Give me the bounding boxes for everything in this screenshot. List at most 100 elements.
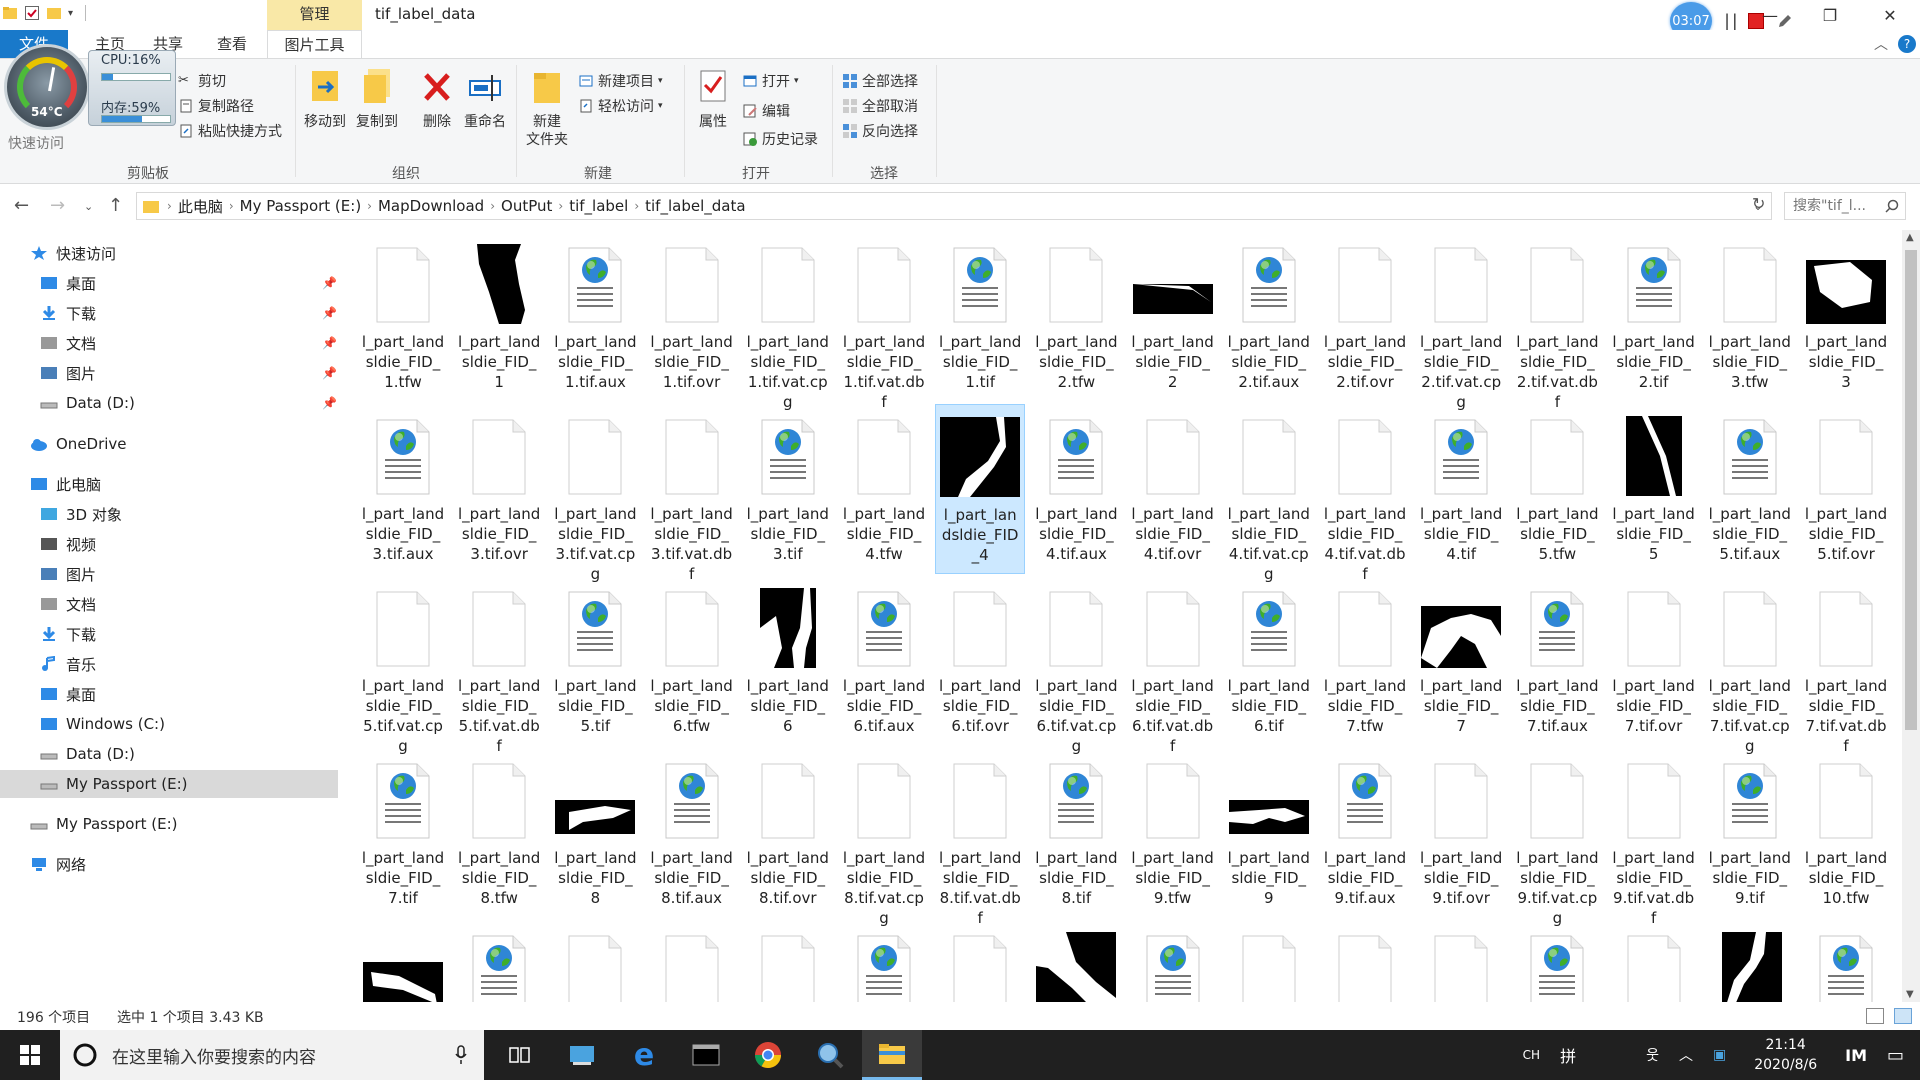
file-item[interactable]: l_part_landsldie_FID_5.tif.vat.dbf	[454, 576, 544, 755]
file-item[interactable]: l_part_landsldie_FID_2.tif	[1609, 232, 1699, 402]
file-item[interactable]: l_part_landsldie_FID_3.tif.vat.cpg	[550, 404, 640, 583]
file-item[interactable]: l_part_landsldie_FID_6.tif	[1224, 576, 1314, 746]
file-item[interactable]	[743, 920, 833, 1002]
sidebar-item[interactable]: 快速访问	[0, 239, 338, 267]
file-item[interactable]: l_part_landsldie_FID_6	[743, 576, 833, 746]
pin-icon[interactable]: 📌	[322, 336, 337, 350]
file-item[interactable]: l_part_landsldie_FID_5.tif	[550, 576, 640, 746]
invert-selection-button[interactable]: 反向选择	[842, 121, 918, 141]
edge-browser-icon[interactable]: e	[614, 1030, 674, 1080]
notification-center-icon[interactable]: ▭	[1887, 1045, 1904, 1066]
sidebar-item[interactable]: 图片 📌	[0, 359, 338, 387]
refresh-icon[interactable]: ↻	[1752, 194, 1765, 213]
file-item[interactable]: l_part_landsldie_FID_5	[1609, 404, 1699, 574]
show-hidden-icons-chevron-icon[interactable]: ︿	[1679, 1045, 1693, 1065]
easy-access-button[interactable]: 轻松访问 ▾	[578, 96, 663, 116]
file-item[interactable]: l_part_landsldie_FID_1	[454, 232, 544, 402]
file-item[interactable]: l_part_landsldie_FID_7.tif.vat.cpg	[1705, 576, 1795, 755]
file-item[interactable]: l_part_landsldie_FID_5.tif.aux	[1705, 404, 1795, 574]
context-tab-manage[interactable]: 管理	[267, 0, 362, 30]
large-icons-view-icon[interactable]	[1894, 1008, 1912, 1024]
file-item[interactable]: l_part_landsldie_FID_1.tif.vat.cpg	[743, 232, 833, 411]
breadcrumb-mapdownload[interactable]: MapDownload	[372, 197, 490, 215]
properties-check-icon[interactable]	[24, 5, 40, 21]
ime-mode-ch[interactable]: CH	[1523, 1048, 1540, 1062]
file-item[interactable]	[1128, 920, 1218, 1002]
start-button[interactable]	[0, 1030, 60, 1080]
file-item[interactable]: l_part_landsldie_FID_8.tif.vat.cpg	[839, 748, 929, 927]
edit-button[interactable]: 编辑	[742, 101, 790, 121]
qat-dropdown-icon[interactable]: ▾	[68, 8, 73, 19]
terminal-icon[interactable]	[676, 1030, 736, 1080]
rename-button[interactable]: 重命名	[464, 67, 506, 131]
sidebar-item[interactable]: 文档 📌	[0, 329, 338, 357]
pin-icon[interactable]: 📌	[322, 396, 337, 410]
back-arrow-icon[interactable]: ←	[14, 195, 29, 216]
pin-quick-access-label[interactable]: 快速访问	[8, 133, 64, 153]
close-button[interactable]: ✕	[1860, 0, 1920, 30]
file-item[interactable]: l_part_landsldie_FID_1.tfw	[358, 232, 448, 402]
file-item[interactable]: l_part_landsldie_FID_5.tif.vat.cpg	[358, 576, 448, 755]
sidebar-item[interactable]: 图片	[0, 560, 338, 588]
pin-icon[interactable]: 📌	[322, 366, 337, 380]
sidebar-item[interactable]: 网络	[0, 850, 338, 878]
file-item[interactable]: l_part_landsldie_FID_4	[935, 404, 1026, 574]
file-item[interactable]: l_part_landsldie_FID_9.tif.aux	[1320, 748, 1410, 918]
file-item[interactable]: l_part_landsldie_FID_2.tif.vat.cpg	[1416, 232, 1506, 411]
scrollbar-thumb[interactable]	[1905, 250, 1917, 730]
file-item[interactable]	[1416, 920, 1506, 1002]
sidebar-item[interactable]: Data (D:) 📌	[0, 389, 338, 417]
taskbar-app-arcgis-icon[interactable]	[552, 1030, 612, 1080]
sidebar-item[interactable]: 此电脑	[0, 470, 338, 498]
file-item[interactable]: l_part_landsldie_FID_3.tif.vat.dbf	[647, 404, 737, 583]
delete-button[interactable]: 删除	[418, 67, 456, 131]
file-item[interactable]	[935, 920, 1025, 1002]
file-item[interactable]: l_part_landsldie_FID_7.tfw	[1320, 576, 1410, 746]
microphone-icon[interactable]	[454, 1045, 468, 1065]
sidebar-item[interactable]: 桌面	[0, 680, 338, 708]
sidebar-item[interactable]: 下载	[0, 620, 338, 648]
file-item[interactable]: l_part_landsldie_FID_10.tfw	[1801, 748, 1891, 918]
history-button[interactable]: 历史记录	[742, 129, 818, 149]
ime-pinyin[interactable]: 拼	[1560, 1043, 1576, 1067]
app-tray-icon[interactable]: IM	[1845, 1046, 1867, 1065]
file-item[interactable]: l_part_landsldie_FID_4.tif.vat.cpg	[1224, 404, 1314, 583]
scroll-up-arrow-icon[interactable]: ▲	[1906, 232, 1914, 243]
breadcrumb-my-passport[interactable]: My Passport (E:)	[234, 197, 368, 215]
file-item[interactable]: l_part_landsldie_FID_8.tif	[1031, 748, 1121, 918]
move-to-button[interactable]: 移动到	[304, 67, 346, 131]
magnifier-app-icon[interactable]	[800, 1030, 860, 1080]
file-item[interactable]: l_part_landsldie_FID_4.tif.aux	[1031, 404, 1121, 574]
file-item[interactable]	[1801, 920, 1891, 1002]
file-item[interactable]: l_part_landsldie_FID_7.tif	[358, 748, 448, 918]
pin-icon[interactable]: 📌	[322, 306, 337, 320]
file-item[interactable]: l_part_landsldie_FID_2.tif.aux	[1224, 232, 1314, 402]
file-item[interactable]: l_part_landsldie_FID_5.tif.ovr	[1801, 404, 1891, 574]
file-item[interactable]	[550, 920, 640, 1002]
task-view-icon[interactable]	[490, 1030, 550, 1080]
copy-to-button[interactable]: 复制到	[356, 67, 398, 131]
new-item-button[interactable]: 新建项目 ▾	[578, 71, 663, 91]
file-item[interactable]: l_part_landsldie_FID_1.tif	[935, 232, 1025, 402]
file-item[interactable]: l_part_landsldie_FID_9.tif.vat.cpg	[1512, 748, 1602, 927]
file-item[interactable]: l_part_landsldie_FID_3.tif.ovr	[454, 404, 544, 574]
file-item[interactable]: l_part_landsldie_FID_8.tif.ovr	[743, 748, 833, 918]
file-item[interactable]	[1031, 920, 1121, 1002]
taskbar-search-box[interactable]: 在这里输入你要搜索的内容	[60, 1030, 484, 1080]
file-item[interactable]: l_part_landsldie_FID_8.tif.aux	[647, 748, 737, 918]
file-item[interactable]: l_part_landsldie_FID_9.tif.vat.dbf	[1609, 748, 1699, 927]
breadcrumb-output[interactable]: OutPut	[495, 197, 558, 215]
sidebar-item[interactable]: 下载 📌	[0, 299, 338, 327]
file-item[interactable]: l_part_landsldie_FID_1.tif.ovr	[647, 232, 737, 402]
file-item[interactable]: l_part_landsldie_FID_9	[1224, 748, 1314, 918]
file-item[interactable]	[647, 920, 737, 1002]
file-item[interactable]	[1224, 920, 1314, 1002]
vertical-scrollbar[interactable]: ▲ ▼	[1902, 230, 1920, 1002]
file-item[interactable]: l_part_landsldie_FID_2	[1128, 232, 1218, 402]
breadcrumb-tif-label-data[interactable]: tif_label_data	[639, 197, 751, 215]
collapse-ribbon-icon[interactable]: ︿	[1874, 34, 1888, 54]
select-none-button[interactable]: 全部取消	[842, 96, 918, 116]
file-explorer-icon[interactable]	[862, 1030, 922, 1080]
file-item[interactable]	[839, 920, 929, 1002]
sidebar-item[interactable]: 桌面 📌	[0, 269, 338, 297]
